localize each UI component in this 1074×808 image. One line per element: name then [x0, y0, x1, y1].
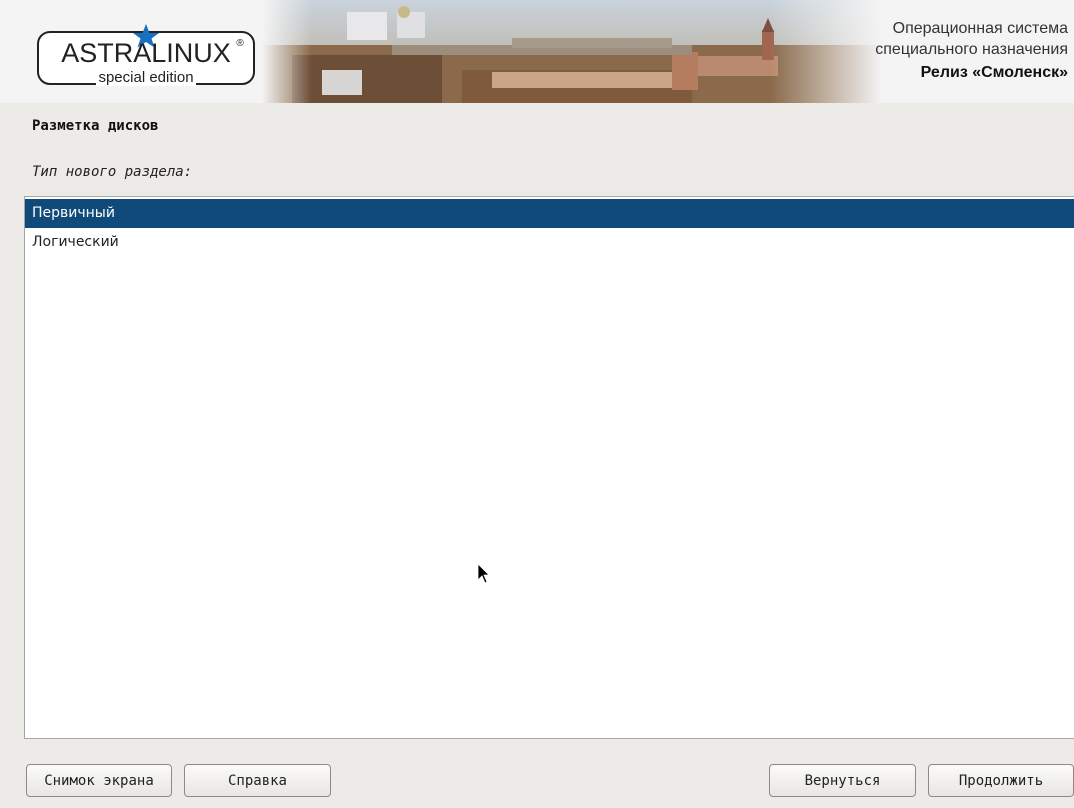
partition-type-list[interactable]: Первичный Логический: [24, 196, 1074, 739]
list-item-primary[interactable]: Первичный: [25, 199, 1074, 228]
continue-button[interactable]: Продолжить: [928, 764, 1074, 797]
mouse-pointer-icon: [477, 563, 490, 584]
help-button[interactable]: Справка: [184, 764, 331, 797]
partition-type-question: Тип нового раздела:: [32, 164, 193, 180]
registered-mark: ®: [236, 38, 244, 49]
list-item-logical[interactable]: Логический: [25, 228, 1074, 257]
smolensk-panorama-image: [262, 0, 882, 103]
back-button[interactable]: Вернуться: [769, 764, 916, 797]
release-name: Релиз «Смоленск»: [920, 64, 1068, 81]
logo-subtext: special edition: [98, 69, 193, 86]
screenshot-button[interactable]: Снимок экрана: [26, 764, 172, 797]
installer-window: ASTRALINUX ® special edition Операционна…: [0, 0, 1074, 808]
os-line-1: Операционная система: [892, 20, 1068, 37]
astra-linux-logo: ASTRALINUX ® special edition: [37, 24, 255, 86]
os-line-2: специального назначения: [875, 41, 1068, 58]
logo-text: ASTRALINUX: [61, 38, 231, 68]
page-title: Разметка дисков: [32, 118, 159, 134]
header-banner: ASTRALINUX ® special edition Операционна…: [0, 0, 1074, 103]
os-description: Операционная система специального назнач…: [875, 18, 1068, 83]
